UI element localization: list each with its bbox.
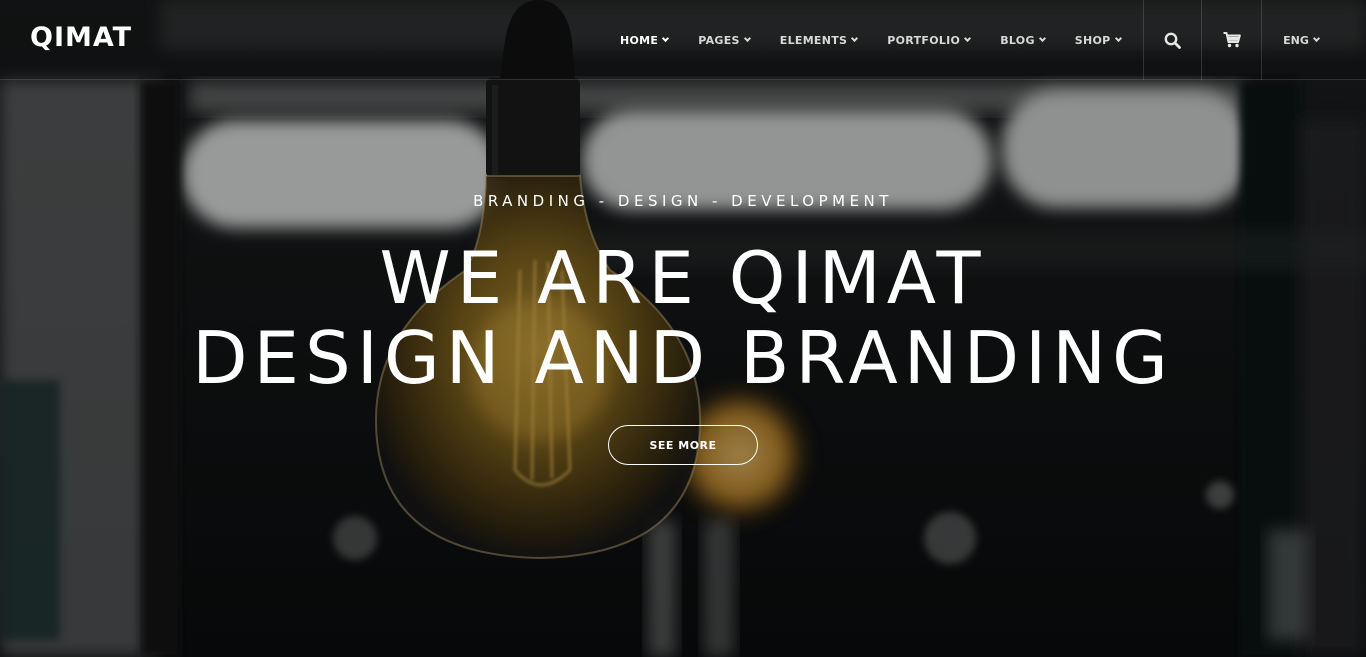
nav-item-label: BLOG bbox=[1000, 33, 1035, 47]
nav-item-label: SHOP bbox=[1074, 33, 1111, 47]
nav-item-label: PAGES bbox=[698, 33, 740, 47]
search-button[interactable] bbox=[1143, 0, 1201, 80]
language-label: ENG bbox=[1283, 33, 1309, 47]
nav-item-label: ELEMENTS bbox=[779, 33, 848, 47]
see-more-button[interactable]: SEE MORE bbox=[608, 425, 758, 465]
chevron-down-icon bbox=[1114, 34, 1122, 43]
chevron-down-icon bbox=[964, 34, 972, 43]
nav-item-blog[interactable]: BLOG bbox=[1000, 33, 1046, 47]
nav-item-portfolio[interactable]: PORTFOLIO bbox=[887, 33, 972, 47]
nav-item-shop[interactable]: SHOP bbox=[1074, 33, 1122, 47]
nav-item-home[interactable]: HOME bbox=[620, 33, 670, 47]
chevron-down-icon bbox=[851, 34, 859, 43]
header-tools: ENG bbox=[1143, 0, 1366, 80]
main-nav: HOME PAGES ELEMENTS PORTFOLIO BLOG SHOP bbox=[620, 0, 1151, 80]
nav-item-pages[interactable]: PAGES bbox=[698, 33, 751, 47]
site-logo[interactable]: QIMAT bbox=[30, 22, 132, 53]
hero-headline-line2: DESIGN AND BRANDING bbox=[192, 316, 1174, 400]
nav-item-label: PORTFOLIO bbox=[887, 33, 961, 47]
chevron-down-icon bbox=[743, 34, 751, 43]
chevron-down-icon bbox=[662, 34, 670, 43]
nav-item-elements[interactable]: ELEMENTS bbox=[779, 33, 859, 47]
hero-headline-line1: WE ARE QIMAT bbox=[379, 236, 987, 320]
language-selector[interactable]: ENG bbox=[1261, 0, 1366, 80]
cart-icon bbox=[1223, 32, 1241, 48]
site-header: QIMAT HOME PAGES ELEMENTS PORTFOLIO BLOG… bbox=[0, 0, 1366, 80]
chevron-down-icon bbox=[1312, 34, 1320, 43]
hero-eyebrow: BRANDING - DESIGN - DEVELOPMENT bbox=[473, 192, 893, 210]
search-icon bbox=[1164, 32, 1181, 49]
see-more-label: SEE MORE bbox=[649, 438, 717, 452]
nav-item-label: HOME bbox=[620, 33, 659, 47]
cart-button[interactable] bbox=[1201, 0, 1261, 80]
chevron-down-icon bbox=[1038, 34, 1046, 43]
